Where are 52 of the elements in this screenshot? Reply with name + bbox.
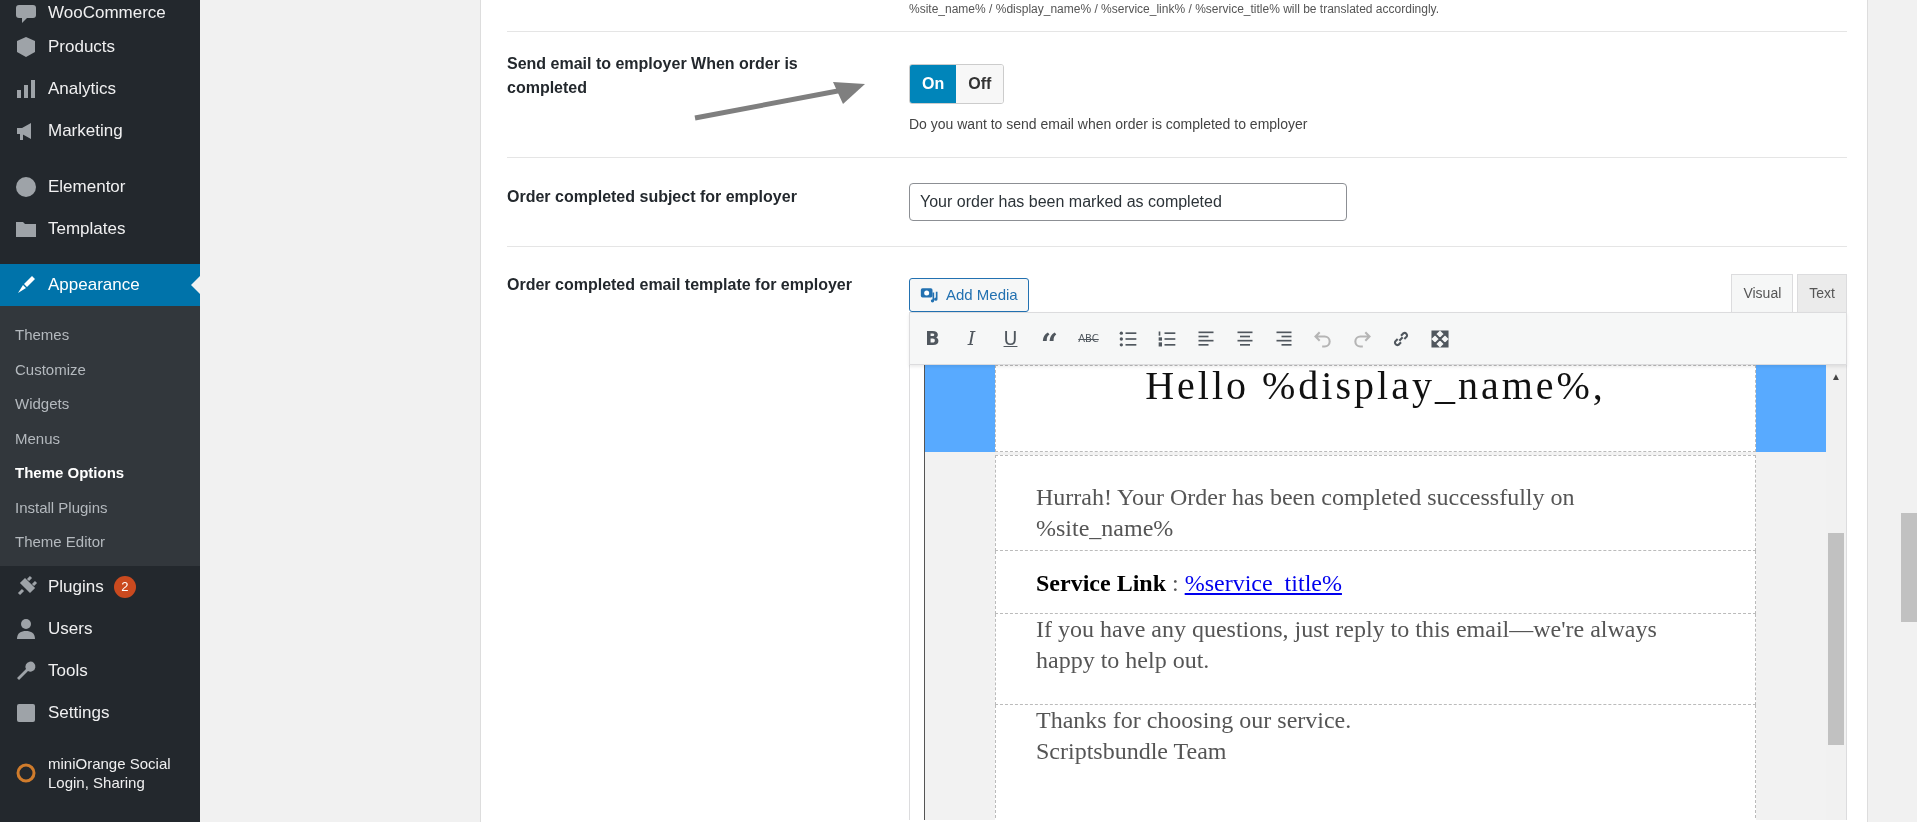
setting-label: Order completed subject for employer [507, 187, 797, 207]
quote-button[interactable]: “ [1033, 322, 1066, 355]
page-scrollbar[interactable] [1901, 513, 1917, 622]
setting-label: Send email to employer When order is completed [507, 54, 799, 98]
editor-scrollbar[interactable]: ▲ [1826, 365, 1846, 820]
toggle-option[interactable]: On [910, 65, 957, 103]
email-paragraph: Service Link : %service_title% [1036, 570, 1342, 596]
toggle-option[interactable]: Off [956, 65, 1004, 103]
italic-button[interactable]: I [955, 322, 988, 355]
bold-button[interactable]: B [916, 322, 949, 355]
scroll-up-arrow[interactable]: ▲ [1826, 365, 1846, 384]
fullscreen-icon [1429, 328, 1450, 349]
underline-button[interactable]: U [994, 322, 1027, 355]
editor-tab[interactable]: Visual [1731, 274, 1794, 312]
circle-logo-icon [14, 175, 38, 199]
submenu-item[interactable]: Theme Editor [0, 525, 200, 560]
editor-tab[interactable]: Text [1797, 274, 1847, 312]
sidebar-item[interactable]: miniOrange Social Login, Sharing [0, 747, 200, 798]
email-heading: Hello %display_name%, [995, 365, 1756, 452]
submenu-item[interactable]: Theme Options [0, 456, 200, 491]
sidebar-item[interactable]: Products [0, 26, 200, 68]
help-text: Do you want to send email when order is completed to employer [909, 115, 1309, 134]
text-field[interactable]: Your order has been marked as completed [909, 183, 1347, 221]
email-paragraph: Thanks for choosing our service. [1036, 706, 1353, 735]
email-paragraph: Hurrah! Your Order has been completed successfully on %site_name% [995, 455, 1756, 551]
sidebar-item[interactable]: Elementor [0, 166, 200, 208]
submenu-item[interactable]: Install Plugins [0, 490, 200, 525]
email-paragraph: If you have any questions, just reply to this email—we're always happy to help out. [995, 614, 1756, 705]
sidebar-item[interactable]: Plugins 2 [0, 565, 200, 608]
help-text: %site_name% / %display_name% / %service_link% / %service_title% will be translated accordingly. [908, 1, 1440, 18]
bar-chart-icon [14, 77, 38, 101]
count-badge: 2 [113, 575, 136, 598]
user-icon [14, 616, 38, 641]
sidebar-item[interactable]: Settings [0, 691, 200, 734]
sidebar-item[interactable]: Tools [0, 649, 200, 692]
email-paragraph: Scriptsbundle Team [1036, 737, 1228, 766]
submenu-item[interactable]: Customize [0, 352, 200, 387]
setting-label: Order completed email template for employer [507, 275, 852, 295]
submenu-item[interactable]: Themes [0, 318, 200, 353]
sidebar-item[interactable]: WooCommerce [0, 0, 200, 26]
sidebar-item[interactable]: Analytics [0, 68, 200, 110]
submenu-item[interactable]: Widgets [0, 387, 200, 422]
sidebar-item[interactable]: Appearance [0, 264, 200, 306]
add-media-button[interactable]: Add Media [909, 277, 1029, 312]
box-icon [14, 35, 38, 59]
sidebar-item[interactable]: Users [0, 607, 200, 650]
sidebar-item[interactable]: Marketing [0, 110, 200, 152]
strikethrough-button[interactable]: ABC [1072, 322, 1105, 355]
sidebar-item[interactable]: Templates [0, 208, 200, 250]
service-link[interactable]: %service_title% [1184, 570, 1342, 596]
submenu-item[interactable]: Menus [0, 421, 200, 456]
scrollbar-thumb[interactable] [1828, 533, 1844, 745]
